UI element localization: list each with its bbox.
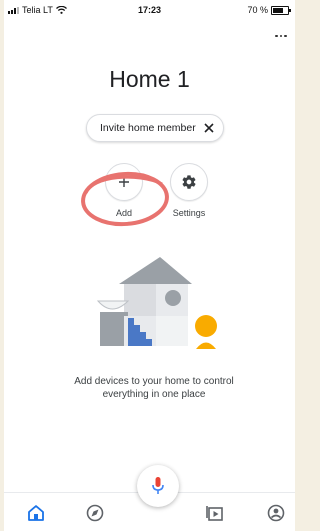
invite-home-member-chip[interactable]: Invite home member: [86, 114, 224, 142]
mic-icon: [152, 477, 164, 494]
empty-state-message: Add devices to your home to control ever…: [74, 376, 234, 400]
close-icon[interactable]: [203, 122, 215, 134]
voice-assistant-button[interactable]: [137, 465, 179, 507]
more-options-button[interactable]: [273, 30, 289, 42]
compass-icon[interactable]: [85, 503, 105, 523]
gear-icon: [182, 175, 196, 189]
status-right: 70 %: [247, 5, 291, 15]
settings-button[interactable]: [170, 163, 208, 201]
home-icon[interactable]: [26, 503, 46, 523]
annotation-circle: [81, 171, 169, 227]
battery-percent: 70 %: [247, 5, 268, 15]
empty-home-illustration: [96, 257, 217, 349]
app-screen: Telia LT 17:23 70 % Home 1 Invite home m…: [4, 0, 295, 531]
invite-chip-label: Invite home member: [100, 122, 196, 134]
settings-label: Settings: [172, 208, 206, 218]
media-icon[interactable]: [205, 503, 225, 523]
battery-icon: [271, 5, 291, 15]
account-icon[interactable]: [266, 503, 286, 523]
more-vert-icon: [275, 34, 278, 38]
status-bar: Telia LT 17:23 70 %: [4, 0, 295, 20]
home-title: Home 1: [109, 66, 190, 92]
settings-action[interactable]: Settings: [167, 163, 211, 218]
